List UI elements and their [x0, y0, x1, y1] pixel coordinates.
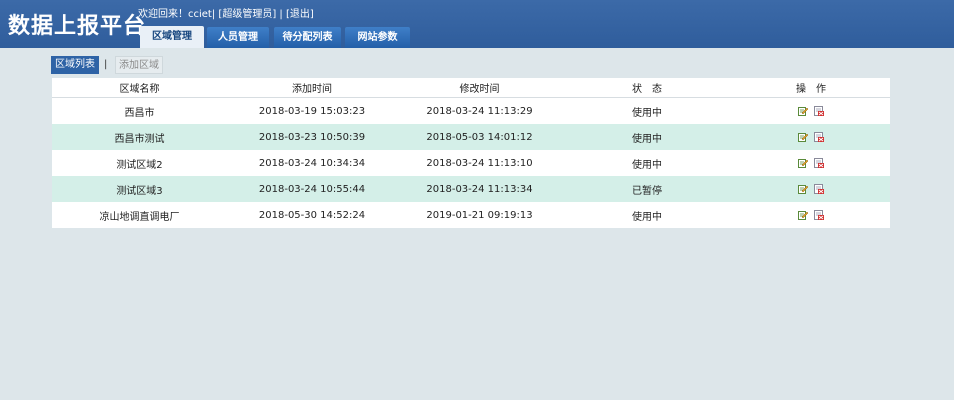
col-header-status: 状 态: [562, 78, 732, 98]
delete-icon[interactable]: [814, 105, 824, 116]
table-row: 测试区域2 2018-03-24 10:34:34 2018-03-24 11:13…: [52, 150, 890, 176]
subtab-area-list[interactable]: 区域列表: [51, 56, 99, 74]
welcome-text: 欢迎回来！cciet: [138, 9, 212, 20]
edit-icon[interactable]: [798, 158, 808, 168]
table-row: 测试区域3 2018-03-24 10:55:44 2018-03-24 11:13…: [52, 176, 890, 202]
cell-added: 2018-03-24 10:55:44: [227, 176, 397, 202]
col-header-name: 区域名称: [52, 78, 227, 98]
delete-icon[interactable]: [814, 131, 824, 142]
cell-name: 西昌市: [52, 97, 227, 124]
cell-name: 测试区域3: [52, 176, 227, 202]
delete-icon[interactable]: [814, 157, 824, 168]
delete-icon[interactable]: [814, 209, 824, 220]
table-row: 西昌市测试 2018-03-23 10:50:39 2018-05-03 14:01…: [52, 124, 890, 150]
cell-name: 西昌市测试: [52, 124, 227, 150]
table-row: 西昌市 2018-03-19 15:03:23 2018-03-24 11:13:2…: [52, 97, 890, 124]
role-link[interactable]: [超级管理员]: [218, 9, 276, 20]
cell-actions: [732, 202, 890, 228]
delete-icon[interactable]: [814, 183, 824, 194]
cell-actions: [732, 97, 890, 124]
edit-icon[interactable]: [798, 210, 808, 220]
cell-added: 2018-05-30 14:52:24: [227, 202, 397, 228]
cell-actions: [732, 150, 890, 176]
edit-icon[interactable]: [798, 106, 808, 116]
cell-status: 使用中: [562, 150, 732, 176]
cell-name: 测试区域2: [52, 150, 227, 176]
cell-added: 2018-03-19 15:03:23: [227, 97, 397, 124]
tab-pending-list[interactable]: 待分配列表: [274, 27, 341, 48]
cell-name: 凉山地调直调电厂: [52, 202, 227, 228]
subtab-add-area[interactable]: 添加区域: [115, 56, 163, 74]
cell-added: 2018-03-24 10:34:34: [227, 150, 397, 176]
cell-modified: 2018-03-24 11:13:29: [397, 97, 562, 124]
col-header-actions: 操 作: [732, 78, 890, 98]
cell-status: 使用中: [562, 202, 732, 228]
app-title: 数据上报平台: [8, 13, 147, 39]
area-table: 区域名称 添加时间 修改时间 状 态 操 作 西昌市 2018-03-19 15:…: [52, 78, 890, 228]
cell-modified: 2018-03-24 11:13:10: [397, 150, 562, 176]
edit-icon[interactable]: [798, 132, 808, 142]
edit-icon[interactable]: [798, 184, 808, 194]
col-header-modified: 修改时间: [397, 78, 562, 98]
cell-status: 使用中: [562, 97, 732, 124]
cell-modified: 2018-05-03 14:01:12: [397, 124, 562, 150]
cell-modified: 2018-03-24 11:13:34: [397, 176, 562, 202]
welcome-bar: 欢迎回来！cciet| [超级管理员] | [退出]: [138, 5, 314, 20]
cell-actions: [732, 124, 890, 150]
cell-actions: [732, 176, 890, 202]
table-row: 凉山地调直调电厂 2018-05-30 14:52:24 2019-01-21 09…: [52, 202, 890, 228]
separator: |: [211, 9, 216, 20]
cell-status: 使用中: [562, 124, 732, 150]
cell-modified: 2019-01-21 09:19:13: [397, 202, 562, 228]
logout-link[interactable]: [退出]: [286, 9, 314, 20]
cell-status: 已暂停: [562, 176, 732, 202]
cell-added: 2018-03-23 10:50:39: [227, 124, 397, 150]
tab-site-params[interactable]: 网站参数: [345, 27, 410, 48]
subtab-separator: |: [104, 59, 108, 70]
table-header-row: 区域名称 添加时间 修改时间 状 态 操 作: [52, 78, 890, 98]
tab-personnel-management[interactable]: 人员管理: [207, 27, 269, 48]
header-bar: 数据上报平台 欢迎回来！cciet| [超级管理员] | [退出] 区域管理 人…: [0, 0, 954, 48]
separator: |: [279, 9, 283, 20]
tab-area-management[interactable]: 区域管理: [140, 26, 204, 48]
col-header-added: 添加时间: [227, 78, 397, 98]
